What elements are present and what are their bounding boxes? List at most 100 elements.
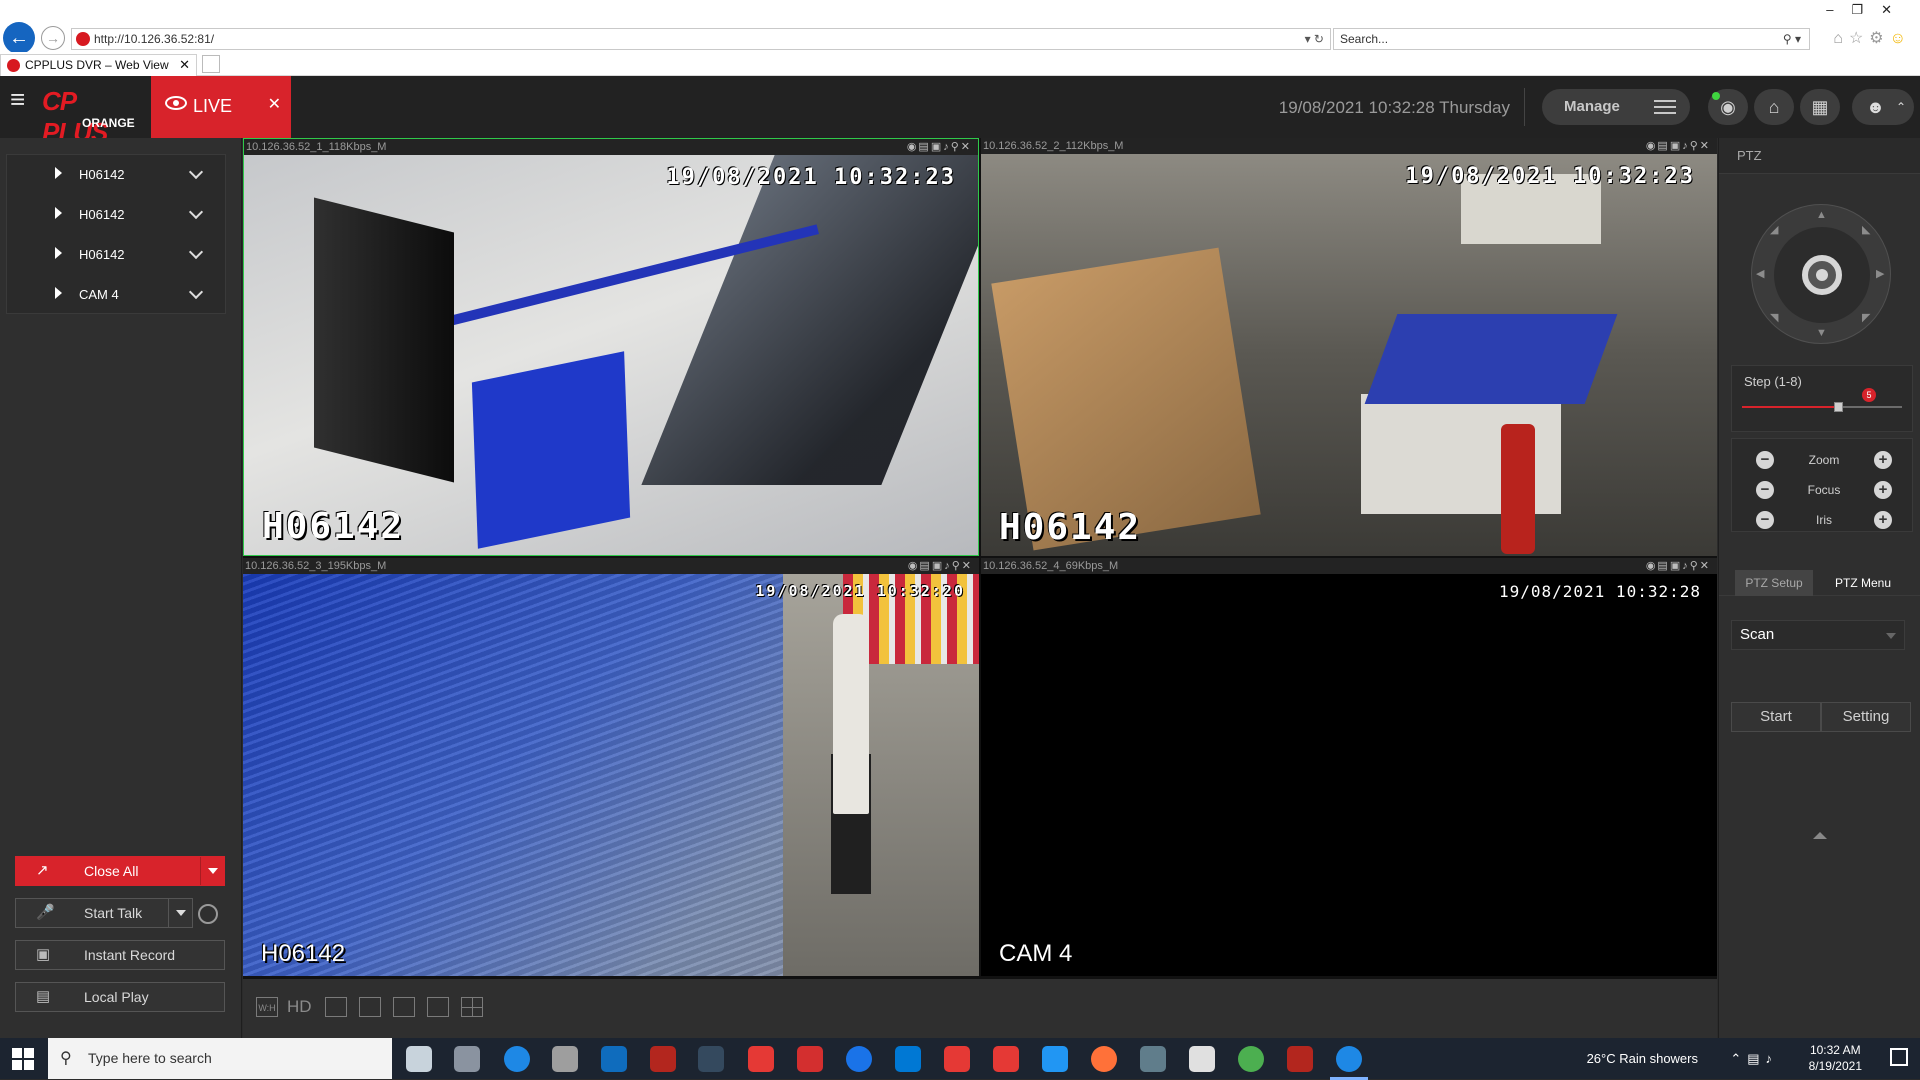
taskbar-network-app-icon[interactable]	[1140, 1046, 1166, 1072]
start-talk-button[interactable]: 🎤 Start Talk	[15, 898, 193, 928]
manage-button[interactable]: Manage	[1542, 89, 1690, 125]
pan-up-right-arrow-icon[interactable]: ◣	[1862, 223, 1870, 236]
chevron-down-icon[interactable]	[188, 204, 204, 220]
browser-search-field[interactable]: Search... ⚲ ▾	[1333, 28, 1810, 50]
tab-ptz-menu[interactable]: PTZ Menu	[1821, 570, 1905, 596]
talk-record-toggle[interactable]	[198, 904, 218, 924]
tab-live[interactable]: LIVE ✕	[151, 76, 291, 138]
pan-down-arrow-icon[interactable]: ▼	[1816, 327, 1827, 339]
chevron-down-icon[interactable]	[188, 244, 204, 260]
internet-explorer-icon[interactable]	[1330, 1046, 1368, 1080]
address-controls-icon[interactable]: ▾ ↻	[1305, 29, 1324, 49]
video-tile[interactable]: 10.126.36.52_2_112Kbps_M ◉▤▣♪⚲✕ 19/08/20…	[981, 138, 1717, 556]
taskbar-red-app-icon[interactable]	[993, 1046, 1019, 1072]
close-icon[interactable]: ✕	[268, 94, 281, 114]
pan-left-arrow-icon[interactable]: ◀	[1756, 267, 1764, 280]
joystick-center-icon[interactable]	[1802, 255, 1842, 295]
window-controls[interactable]: –❐✕	[1826, 2, 1910, 18]
expand-triangle-icon[interactable]	[55, 207, 62, 219]
taskbar-browser-app-icon[interactable]	[504, 1046, 530, 1072]
smiley-icon[interactable]: ☺	[1890, 30, 1912, 47]
video-tile[interactable]: 10.126.36.52_4_69Kbps_M ◉▤▣♪⚲✕ 19/08/202…	[981, 558, 1717, 976]
layout-bar-icon[interactable]	[393, 997, 415, 1017]
taskbar-store-app-icon[interactable]	[895, 1046, 921, 1072]
taskbar-dvr-app-icon[interactable]	[650, 1046, 676, 1072]
search-icon[interactable]: ⚲ ▾	[1783, 29, 1801, 49]
chrome-icon[interactable]	[1238, 1046, 1264, 1072]
expand-triangle-icon[interactable]	[55, 287, 62, 299]
notification-icon[interactable]	[1890, 1048, 1908, 1066]
ptz-joystick[interactable]: ▲ ▼ ◀ ▶ ◢ ◣ ◥ ◤	[1751, 204, 1891, 344]
scan-mode-select[interactable]: Scan	[1731, 620, 1905, 650]
taskbar-app-icon[interactable]	[406, 1046, 432, 1072]
browser-tool-icons[interactable]: ⌂☆⚙☺	[1833, 28, 1912, 48]
taskbar-doc-app-icon[interactable]	[1189, 1046, 1215, 1072]
pan-down-left-arrow-icon[interactable]: ◥	[1770, 311, 1778, 324]
start-button[interactable]: Start	[1731, 702, 1821, 732]
close-all-button[interactable]: ↗ Close All	[15, 856, 225, 886]
zoom-out-icon[interactable]: −	[1756, 451, 1774, 469]
focus-minus-icon[interactable]: −	[1756, 481, 1774, 499]
camera-list-item[interactable]: H06142	[7, 235, 227, 275]
taskbar-clock[interactable]: 10:32 AM 8/19/2021	[1809, 1042, 1862, 1074]
fullscreen-icon[interactable]	[359, 997, 381, 1017]
taskbar-tool-app-icon[interactable]	[698, 1046, 724, 1072]
forward-arrow-icon[interactable]: →	[41, 26, 65, 50]
back-arrow-icon[interactable]: ←	[3, 22, 35, 54]
close-all-dropdown[interactable]	[200, 857, 224, 885]
chevron-down-icon[interactable]	[188, 284, 204, 300]
taskbar-dvr2-app-icon[interactable]	[1287, 1046, 1313, 1072]
pan-up-arrow-icon[interactable]: ▲	[1816, 209, 1827, 221]
pan-right-arrow-icon[interactable]: ▶	[1876, 267, 1884, 280]
step-slider-handle[interactable]	[1834, 402, 1843, 412]
tile-controls-icon[interactable]: ◉▤▣♪⚲✕	[1646, 558, 1711, 574]
taskbar-security-app-icon[interactable]	[748, 1046, 774, 1072]
windows-start-icon[interactable]	[12, 1048, 34, 1070]
taskbar-shield-app-icon[interactable]	[552, 1046, 578, 1072]
tile-controls-icon[interactable]: ◉▤▣♪⚲✕	[908, 558, 973, 574]
expand-triangle-icon[interactable]	[55, 247, 62, 259]
chevron-down-icon[interactable]	[188, 164, 204, 180]
iris-minus-icon[interactable]: −	[1756, 511, 1774, 529]
video-tile[interactable]: 10.126.36.52_3_195Kbps_M ◉▤▣♪⚲✕ 19/08/20…	[243, 558, 979, 976]
focus-plus-icon[interactable]: +	[1874, 481, 1892, 499]
hd-button[interactable]: HD	[287, 997, 312, 1017]
taskbar-window-app-icon[interactable]	[1042, 1046, 1068, 1072]
layout-quad-icon[interactable]	[461, 997, 483, 1017]
camera-list-item[interactable]: CAM 4	[7, 275, 227, 315]
taskbar-search-input[interactable]: ⚲ Type here to search	[48, 1038, 392, 1079]
qr-code-icon[interactable]: ▦	[1800, 89, 1840, 125]
taskbar-anydesk-icon[interactable]	[944, 1046, 970, 1072]
taskbar-hex-app-icon[interactable]	[797, 1046, 823, 1072]
tab-close-icon[interactable]: ✕	[179, 55, 190, 75]
stream-toggle-icon[interactable]	[325, 997, 347, 1017]
firefox-icon[interactable]	[1091, 1046, 1117, 1072]
video-tile[interactable]: 10.126.36.52_1_118Kbps_M ◉▤▣♪⚲✕ 19/08/20…	[243, 138, 979, 556]
instant-record-button[interactable]: ▣ Instant Record	[15, 940, 225, 970]
user-menu-button[interactable]: ☻ ⌃	[1852, 89, 1914, 125]
expand-triangle-icon[interactable]	[55, 167, 62, 179]
setting-button[interactable]: Setting	[1821, 702, 1911, 732]
home-icon[interactable]: ⌂	[1754, 89, 1794, 125]
collapse-up-icon[interactable]	[1813, 832, 1827, 839]
tray-icons[interactable]: ⌃▤♪	[1730, 1038, 1778, 1079]
start-talk-dropdown[interactable]	[168, 899, 192, 927]
zoom-in-icon[interactable]: +	[1874, 451, 1892, 469]
tile-controls-icon[interactable]: ◉▤▣♪⚲✕	[907, 139, 972, 155]
address-bar[interactable]: http://10.126.36.52:81/ ▾ ↻	[71, 28, 1331, 50]
tab-ptz-setup[interactable]: PTZ Setup	[1735, 570, 1813, 596]
iris-plus-icon[interactable]: +	[1874, 511, 1892, 529]
pan-down-right-arrow-icon[interactable]: ◤	[1862, 311, 1870, 324]
teamviewer-icon[interactable]	[846, 1046, 872, 1072]
outlook-icon[interactable]	[601, 1046, 627, 1072]
camera-list-item[interactable]: H06142	[7, 195, 227, 235]
step-slider[interactable]	[1742, 402, 1902, 412]
weather-widget[interactable]: 26°C Rain showers	[1587, 1038, 1698, 1079]
aspect-ratio-button[interactable]: W:H	[256, 997, 278, 1017]
camera-list-item[interactable]: H06142	[7, 155, 227, 195]
pan-up-left-arrow-icon[interactable]: ◢	[1770, 223, 1778, 236]
tile-controls-icon[interactable]: ◉▤▣♪⚲✕	[1646, 138, 1711, 154]
local-play-button[interactable]: ▤ Local Play	[15, 982, 225, 1012]
new-tab-button[interactable]	[202, 55, 220, 73]
browser-tab[interactable]: CPPLUS DVR – Web View ✕	[0, 54, 197, 76]
